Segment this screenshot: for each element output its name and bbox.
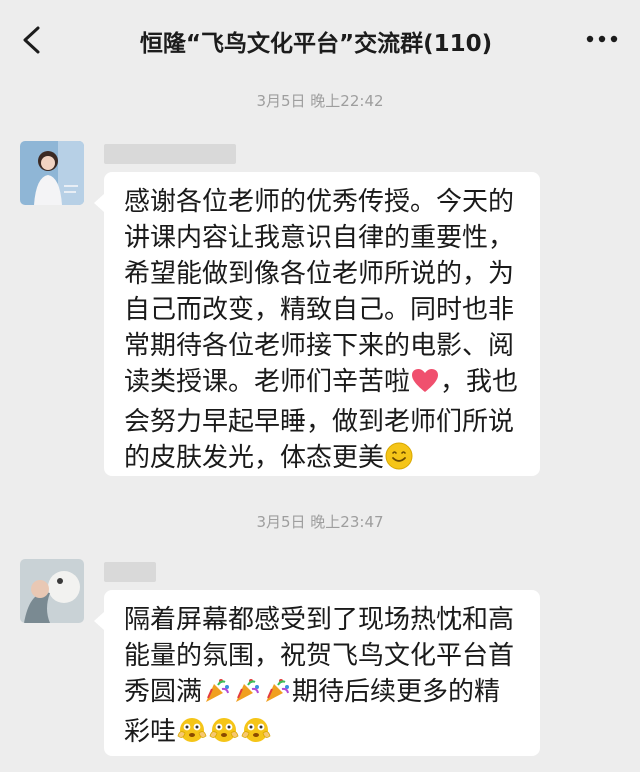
applause-emoji-icon xyxy=(209,716,239,754)
heart-icon xyxy=(411,368,439,404)
message-line: 感谢各位老师的优秀传授。今天的 xyxy=(124,187,515,217)
message-text: ，我也 xyxy=(440,367,519,397)
message-line: 隔着屏幕都感受到了现场热忱和高 xyxy=(124,605,515,635)
message-timestamp: 3月5日 晚上22:42 xyxy=(256,92,384,110)
message-text: 读类授课。老师们辛苦啦 xyxy=(124,367,411,397)
party-popper-icon xyxy=(233,676,261,714)
message-line: 讲课内容让我意识自律的重要性， xyxy=(124,223,515,253)
more-dots-icon xyxy=(586,35,618,43)
smiley-icon xyxy=(385,442,413,480)
sender-avatar[interactable] xyxy=(20,141,84,205)
message-text: 秀圆满 xyxy=(124,677,203,707)
message-text: 彩哇 xyxy=(124,717,177,747)
message-line: 读类授课。老师们辛苦啦 ，我也 xyxy=(124,364,522,404)
party-popper-icon xyxy=(203,676,231,714)
avatar-photo-icon xyxy=(20,559,84,623)
message-line: 会努力早起早睡，做到老师们所说 xyxy=(124,407,515,437)
message-line: 希望能做到像各位老师所说的，为 xyxy=(124,259,515,289)
sender-name-blurred xyxy=(104,144,236,164)
more-options-button[interactable] xyxy=(582,24,622,54)
message-line: 秀圆满 期待后续更多的精 xyxy=(124,674,522,714)
message-bubble[interactable]: 感谢各位老师的优秀传授。今天的 讲课内容让我意识自律的重要性， 希望能做到像各位… xyxy=(94,172,540,476)
chat-title: 恒隆“飞鸟文化平台”交流群(110) xyxy=(139,31,493,57)
applause-emoji-icon xyxy=(177,716,207,754)
message-line: 的皮肤发光，体态更美 xyxy=(124,440,522,480)
sender-name-blurred xyxy=(104,562,156,582)
message-line: 自己而改变，精致自己。同时也非 xyxy=(124,295,515,325)
message-line: 常期待各位老师接下来的电影、阅 xyxy=(124,331,515,361)
applause-emoji-icon xyxy=(241,716,271,754)
back-button[interactable] xyxy=(14,22,50,58)
party-popper-icon xyxy=(263,676,291,714)
message-bubble[interactable]: 隔着屏幕都感受到了现场热忱和高 能量的氛围，祝贺飞鸟文化平台首 秀圆满 期待后续更… xyxy=(94,590,540,756)
avatar-photo-icon xyxy=(20,141,84,205)
chat-header: 恒隆“飞鸟文化平台”交流群(110) xyxy=(0,0,640,84)
message-line: 彩哇 xyxy=(124,714,522,754)
message-line: 能量的氛围，祝贺飞鸟文化平台首 xyxy=(124,641,515,671)
message-text: 期待后续更多的精 xyxy=(292,677,501,707)
chevron-left-icon xyxy=(23,26,40,54)
message-timestamp: 3月5日 晚上23:47 xyxy=(256,513,384,531)
message-text: 的皮肤发光，体态更美 xyxy=(124,443,385,473)
sender-avatar[interactable] xyxy=(20,559,84,623)
